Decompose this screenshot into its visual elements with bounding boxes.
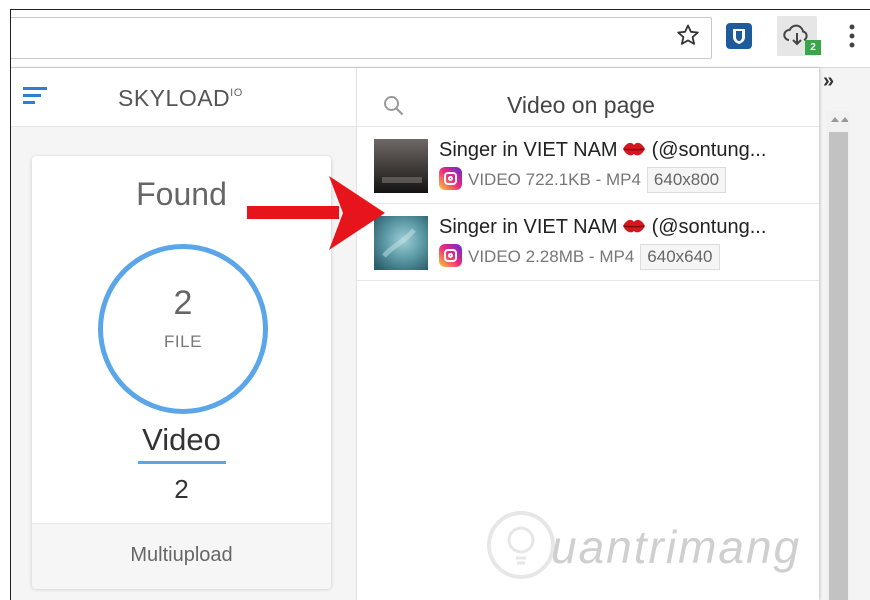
- brand-logo: SKYLOADIO: [118, 85, 243, 112]
- multiupload-button[interactable]: Multiupload: [32, 523, 331, 589]
- brand-suffix: IO: [230, 87, 243, 99]
- video-info: VIDEO 722.1KB - MP4: [468, 170, 641, 189]
- summary-pane: SKYLOADIO Found 2 FILE Video 2 Multiuplo…: [11, 68, 357, 600]
- address-bar[interactable]: [11, 17, 712, 59]
- video-list-item[interactable]: Singer in VIET NAM (@sontung... VIDEO 2.2…: [357, 204, 819, 281]
- file-count: 2: [173, 284, 193, 322]
- overflow-chevron-icon[interactable]: »: [823, 70, 834, 93]
- video-handle: (@sontung...: [651, 139, 767, 161]
- video-meta: VIDEO 722.1KB - MP4 640x800: [439, 167, 727, 193]
- browser-toolbar: 2: [11, 10, 870, 68]
- kiss-emoji-icon: [622, 219, 645, 233]
- video-title-text: Singer in VIET NAM: [439, 139, 618, 161]
- resolution-badge[interactable]: 640x640: [640, 244, 720, 270]
- video-title: Singer in VIET NAM (@sontung...: [439, 216, 766, 239]
- extension-count-badge: 2: [805, 40, 821, 55]
- resolution-badge[interactable]: 640x800: [646, 167, 727, 193]
- video-tab-underline: [138, 461, 226, 464]
- search-icon[interactable]: [382, 94, 406, 118]
- video-list-title: Video on page: [507, 92, 655, 118]
- instagram-icon: [439, 167, 462, 190]
- bookmark-star-icon[interactable]: [676, 23, 700, 47]
- menu-icon[interactable]: [23, 86, 47, 104]
- video-handle: (@sontung...: [651, 216, 767, 238]
- video-list-header: Video on page: [357, 68, 819, 127]
- popup-header: SKYLOADIO: [11, 68, 356, 127]
- video-count: 2: [174, 474, 189, 504]
- browser-window: 2 » SKYLOADIO Found 2 FILE Video 2 Multi…: [10, 9, 870, 600]
- video-title-text: Singer in VIET NAM: [439, 216, 618, 238]
- kiss-emoji-icon: [622, 142, 645, 156]
- shield-extension-icon[interactable]: [725, 22, 753, 50]
- video-tab-label[interactable]: Video: [32, 422, 331, 458]
- video-info: VIDEO 2.28MB - MP4: [468, 247, 635, 266]
- red-arrow-annotation: [247, 176, 385, 250]
- video-meta: VIDEO 2.28MB - MP4 640x640: [439, 244, 720, 270]
- file-count-ring: [98, 244, 268, 414]
- browser-menu-icon[interactable]: [845, 22, 859, 50]
- instagram-icon: [439, 244, 462, 267]
- video-title: Singer in VIET NAM (@sontung...: [439, 139, 766, 162]
- brand-name: SKYLOAD: [118, 85, 231, 111]
- file-label: FILE: [164, 332, 202, 351]
- scroll-up-icon[interactable]: [828, 114, 848, 124]
- watermark-text: uantrimang: [551, 521, 802, 573]
- video-list-item[interactable]: Singer in VIET NAM (@sontung... VIDEO 722…: [357, 127, 819, 204]
